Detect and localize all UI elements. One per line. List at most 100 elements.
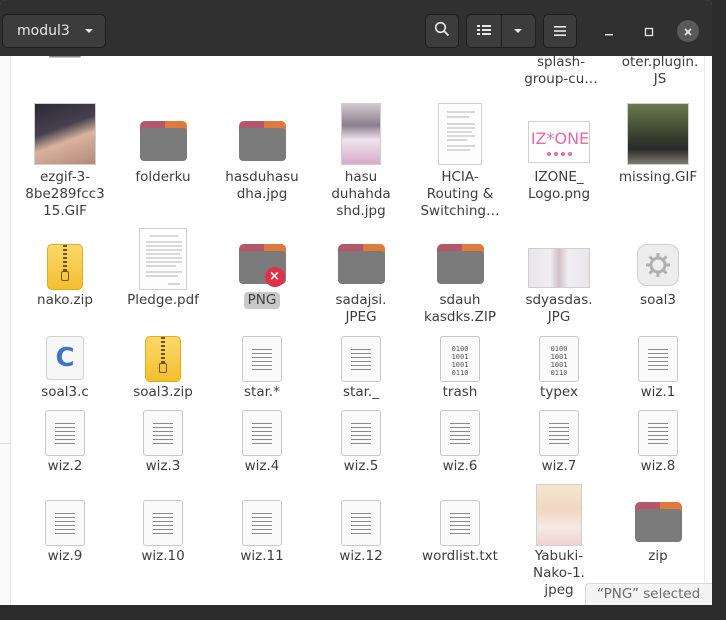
file-label: wordlist.txt (422, 548, 498, 564)
close-button[interactable] (677, 20, 699, 42)
list-view-icon (476, 22, 492, 41)
file-item[interactable]: sdauh kasdks.ZIP (412, 228, 508, 325)
text-file-icon (45, 410, 85, 456)
text-file-icon (440, 410, 480, 456)
text-file-icon (45, 500, 85, 546)
file-item[interactable]: wiz.5 (313, 410, 409, 504)
file-item[interactable]: wiz.11 (214, 500, 310, 594)
file-grid-view[interactable]: ▁▁▁ splash- group-cu… oter.plugin. JS ez… (0, 56, 712, 605)
file-label: wiz.5 (343, 458, 379, 474)
path-bar-button[interactable]: modul3 (2, 14, 106, 48)
folder-icon (436, 244, 484, 284)
file-item[interactable]: wiz.12 (313, 500, 409, 594)
text-file-icon (341, 410, 381, 456)
maximize-button[interactable] (638, 20, 660, 42)
file-item[interactable]: nako.zip (17, 228, 113, 322)
file-item[interactable]: IZ*ONE IZONE_ Logo.png (511, 103, 607, 202)
file-label: PNG (243, 292, 281, 309)
file-label: sdauh kasdks.ZIP (424, 292, 496, 325)
header-bar: modul3 (0, 0, 712, 64)
file-label: wiz.7 (541, 458, 577, 474)
file-item[interactable]: wiz.4 (214, 410, 310, 504)
file-label: wiz.3 (145, 458, 181, 474)
file-label: wiz.2 (47, 458, 83, 474)
broken-link-error-icon: × (264, 267, 285, 287)
file-item[interactable]: zip (610, 500, 706, 594)
image-thumbnail (341, 103, 381, 165)
file-item[interactable]: wiz.2 (17, 410, 113, 504)
file-label: Pledge.pdf (127, 292, 199, 308)
minimize-button[interactable] (598, 20, 620, 42)
binary-glyphs: 0100 1001 1001 0110 (550, 345, 568, 377)
file-label: hasduhasu dha.jpg (225, 169, 299, 202)
close-icon (683, 22, 693, 41)
folder-icon (139, 121, 187, 161)
file-label: typex (540, 384, 578, 400)
text-file-icon (341, 336, 381, 382)
text-file-icon (440, 500, 480, 546)
file-item[interactable]: ezgif-3- 8be289fcc3 15.GIF (17, 103, 113, 219)
image-thumbnail (627, 103, 689, 165)
file-item[interactable]: wiz.8 (610, 410, 706, 504)
image-thumbnail (528, 248, 590, 288)
text-file-icon (242, 410, 282, 456)
file-item[interactable]: wiz.6 (412, 410, 508, 504)
file-item[interactable]: hasu duhahda shd.jpg (313, 103, 409, 219)
text-file-icon (242, 336, 282, 382)
zip-icon (47, 244, 83, 290)
file-label: soal3 (640, 292, 676, 308)
c-source-icon: C (46, 336, 84, 380)
file-item-selected[interactable]: × PNG (214, 228, 310, 322)
svg-text:IZ*ONE: IZ*ONE (531, 129, 589, 148)
search-button[interactable] (425, 14, 459, 48)
file-item[interactable]: wiz.3 (115, 410, 211, 504)
sidebar-edge (0, 56, 11, 605)
file-item[interactable]: wiz.9 (17, 500, 113, 594)
file-item[interactable]: hasduhasu dha.jpg (214, 103, 310, 202)
file-item[interactable]: wordlist.txt (412, 500, 508, 594)
hamburger-menu-icon (553, 22, 567, 41)
folder-icon (634, 502, 682, 542)
list-view-button[interactable] (467, 15, 501, 47)
status-floating-bar: “PNG” selected (585, 583, 712, 605)
file-item[interactable]: sdyasdas. JPG (511, 228, 607, 325)
file-label: sdyasdas. JPG (525, 292, 593, 325)
folder-icon (337, 244, 385, 284)
view-options-button[interactable] (500, 15, 536, 47)
file-item[interactable]: missing.GIF (610, 103, 706, 197)
vertical-scrollbar[interactable] (704, 56, 712, 605)
file-label: trash (442, 384, 478, 400)
file-label: soal3.c (41, 384, 89, 400)
text-file-icon (539, 410, 579, 456)
file-label: IZONE_ Logo.png (527, 169, 591, 202)
path-label: modul3 (17, 23, 70, 39)
binary-glyphs: 0100 1001 1001 0110 (451, 345, 469, 377)
file-label: wiz.1 (640, 384, 676, 400)
file-label: folderku (135, 169, 191, 185)
file-label: wiz.10 (141, 548, 185, 564)
search-icon (434, 21, 450, 41)
chevron-down-icon (83, 25, 95, 41)
executable-gear-icon (637, 244, 679, 286)
file-label: wiz.11 (240, 548, 284, 564)
file-item[interactable]: Pledge.pdf (115, 228, 211, 322)
file-label: nako.zip (37, 292, 93, 308)
binary-file-icon: 0100 1001 1001 0110 (440, 336, 480, 382)
text-file-icon (143, 500, 183, 546)
file-item[interactable]: wiz.10 (115, 500, 211, 594)
file-label: star._ (343, 384, 379, 400)
file-item[interactable]: sadajsi. JPEG (313, 228, 409, 325)
file-label: missing.GIF (618, 169, 698, 185)
file-item[interactable]: Yabuki- Nako-1. jpeg (511, 484, 607, 598)
file-label: HCIA- Routing & Switching… (420, 169, 500, 219)
file-manager-window: modul3 splash- group-cu… oter.plugin. JS… (0, 0, 712, 605)
image-thumbnail: IZ*ONE (528, 121, 590, 163)
file-label: ▁▁▁ (17, 56, 113, 59)
file-item[interactable]: soal3 (610, 228, 706, 322)
file-label: star.* (244, 384, 280, 400)
file-item[interactable]: HCIA- Routing & Switching… (412, 103, 508, 219)
file-item[interactable]: folderku (115, 103, 211, 197)
text-file-icon (638, 336, 678, 382)
main-menu-button[interactable] (543, 14, 577, 48)
file-label: wiz.6 (442, 458, 478, 474)
